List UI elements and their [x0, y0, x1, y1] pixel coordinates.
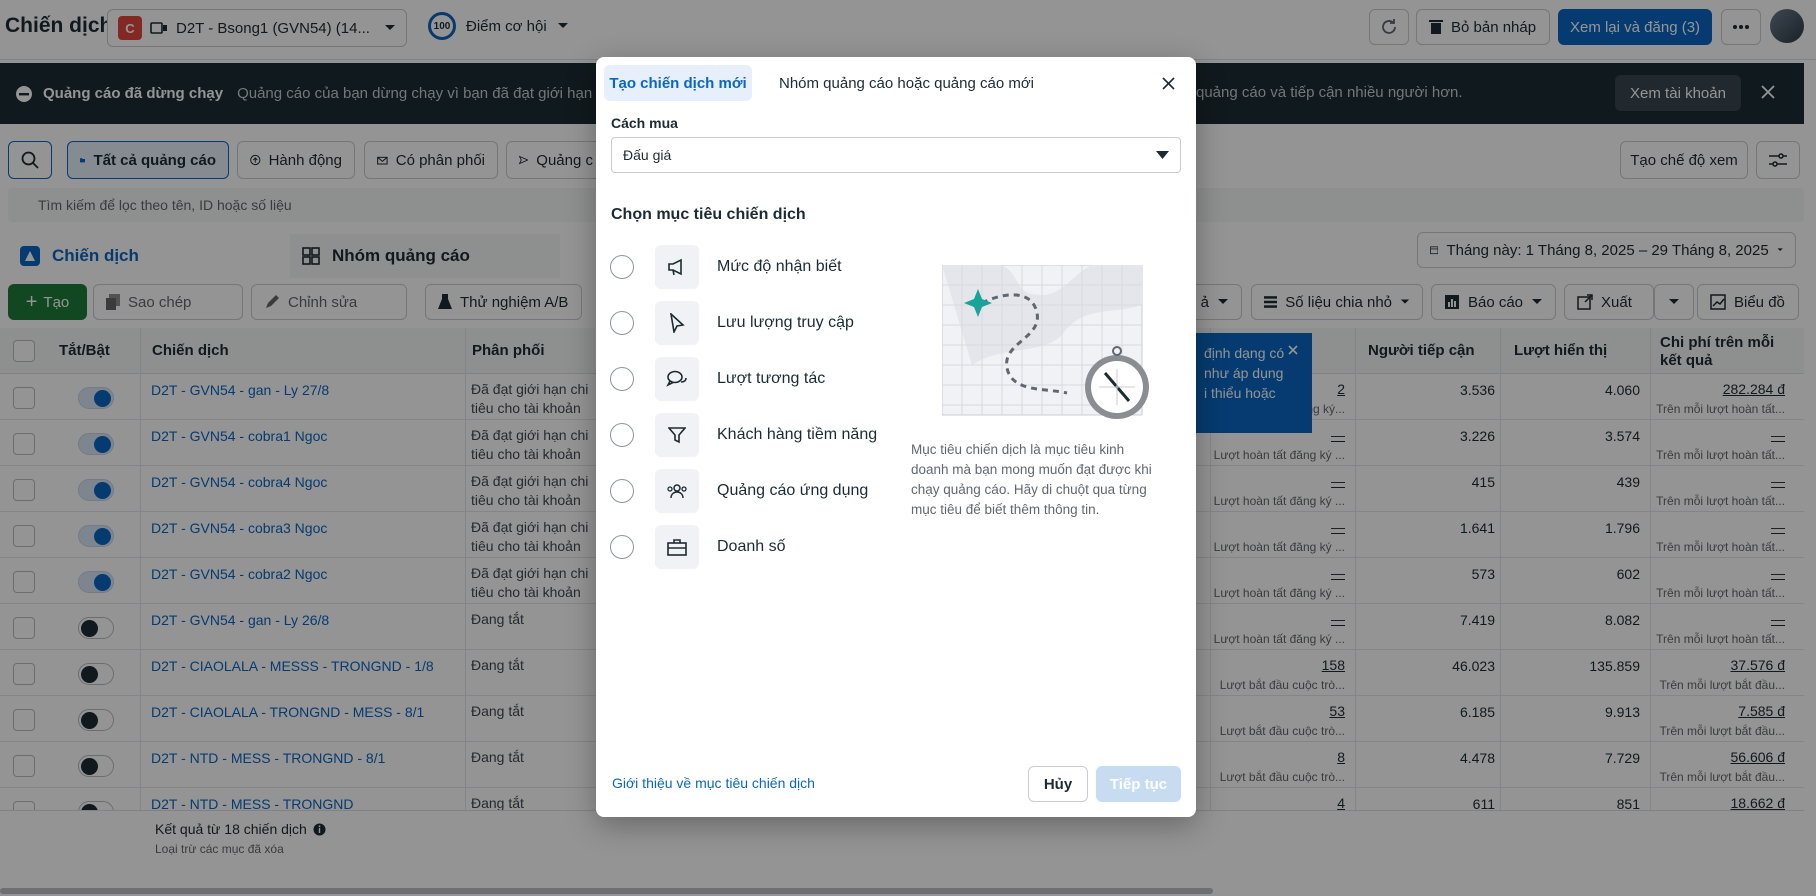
buying-type-label: Cách mua [611, 115, 678, 131]
chat-bubbles-icon [666, 370, 687, 387]
description-line-1: Mục tiêu chiến dịch là mục tiêu kinh [911, 442, 1125, 457]
objective-radio[interactable] [610, 367, 634, 391]
cancel-button[interactable]: Hủy [1028, 766, 1088, 802]
close-icon[interactable] [1162, 77, 1175, 90]
tab-new-campaign[interactable]: Tạo chiến dịch mới [604, 65, 752, 101]
objective-label: Lượt tương tác [717, 370, 826, 387]
objective-radio[interactable] [610, 255, 634, 279]
buying-type-value: Đấu giá [623, 147, 672, 163]
objective-leads[interactable]: Khách hàng tiềm năng [610, 411, 910, 459]
create-campaign-dialog: Tạo chiến dịch mới Nhóm quảng cáo hoặc q… [596, 57, 1196, 817]
objective-label: Mức độ nhận biết [717, 258, 842, 275]
objective-description: Mục tiêu chiến dịch là mục tiêu kinh doa… [911, 440, 1181, 520]
briefcase-icon [667, 539, 687, 556]
objective-label: Quảng cáo ứng dụng [717, 482, 869, 499]
description-line-3: chạy quảng cáo. Hãy di chuột qua từng [911, 482, 1147, 497]
objective-engagement[interactable]: Lượt tương tác [610, 355, 910, 403]
objective-label: Lưu lượng truy cập [717, 314, 854, 331]
objective-sales[interactable]: Doanh số [610, 523, 910, 571]
people-icon [667, 484, 687, 499]
objective-awareness[interactable]: Mức độ nhận biết [610, 243, 910, 291]
objective-app-promotion[interactable]: Quảng cáo ứng dụng [610, 467, 910, 515]
funnel-icon [668, 427, 686, 444]
objective-traffic[interactable]: Lưu lượng truy cập [610, 299, 910, 347]
tab-existing-campaign[interactable]: Nhóm quảng cáo hoặc quảng cáo mới [779, 75, 1034, 92]
buying-type-select[interactable]: Đấu giá [611, 137, 1181, 173]
continue-button[interactable]: Tiếp tục [1096, 766, 1181, 802]
objective-label: Doanh số [717, 538, 786, 555]
cursor-icon [670, 313, 685, 333]
objective-label: Khách hàng tiềm năng [717, 426, 878, 443]
caret-down-icon [1156, 151, 1169, 159]
objective-radio[interactable] [610, 535, 634, 559]
objective-radio[interactable] [610, 311, 634, 335]
objective-radio[interactable] [610, 479, 634, 503]
megaphone-icon [668, 258, 682, 276]
about-objectives-link[interactable]: Giới thiệu về mục tiêu chiến dịch [612, 775, 815, 791]
objective-title: Chọn mục tiêu chiến dịch [611, 206, 806, 223]
description-line-4: mục tiêu để biết thêm thông tin. [911, 502, 1100, 517]
map-compass-illustration [942, 265, 1149, 419]
description-line-2: doanh mà bạn mong muốn đạt được khi [911, 462, 1152, 477]
objective-radio[interactable] [610, 423, 634, 447]
